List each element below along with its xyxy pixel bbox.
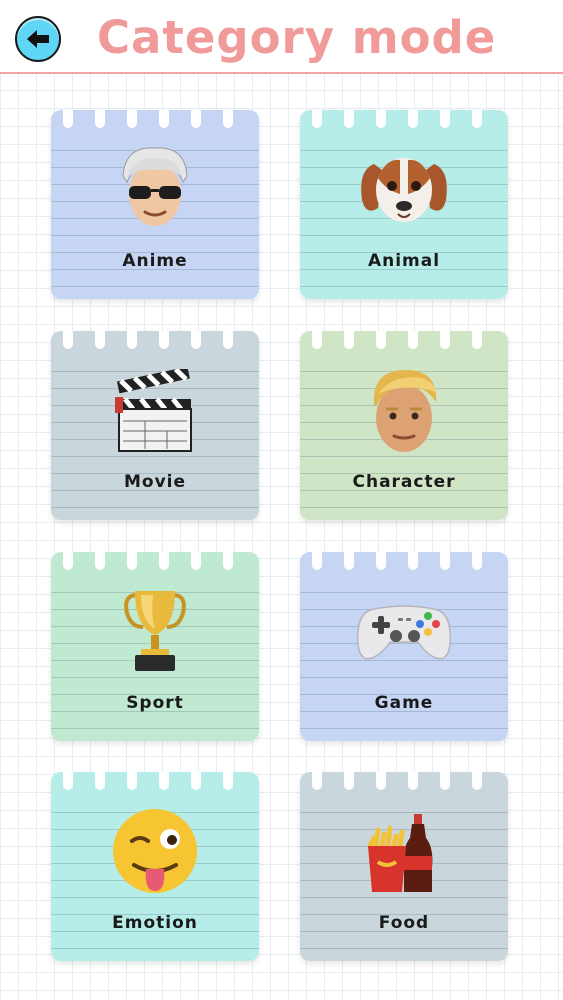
top-bar: Category mode [0,0,563,74]
category-label: Movie [123,472,187,492]
gamepad-icon [354,582,454,682]
category-label: Emotion [112,913,198,933]
winking-tongue-face-icon [105,802,205,902]
binding-rings [61,331,251,353]
category-label: Game [374,693,434,713]
category-card-game[interactable]: Game [300,552,508,741]
category-card-emotion[interactable]: Emotion [51,772,259,961]
binding-rings [310,331,500,353]
trophy-icon [105,582,205,682]
arrow-left-icon [27,30,49,48]
category-card-anime[interactable]: Anime [51,110,259,299]
binding-rings [61,110,251,132]
binding-rings [61,552,251,574]
category-card-movie[interactable]: Movie [51,331,259,520]
category-label: Anime [122,251,188,271]
page-title: Category mode [97,11,497,64]
cool-man-face-icon [105,140,205,240]
clapperboard-icon [105,361,205,461]
blonde-man-face-icon [354,361,454,461]
category-card-food[interactable]: Food [300,772,508,961]
category-card-animal[interactable]: Animal [300,110,508,299]
binding-rings [61,772,251,794]
category-label: Sport [126,693,184,713]
category-label: Character [352,472,456,492]
binding-rings [310,110,500,132]
dog-face-icon [354,140,454,240]
fries-and-cola-icon [354,802,454,902]
binding-rings [310,552,500,574]
category-card-sport[interactable]: Sport [51,552,259,741]
category-label: Food [378,913,430,933]
category-card-character[interactable]: Character [300,331,508,520]
binding-rings [310,772,500,794]
back-button[interactable] [15,16,61,62]
category-label: Animal [367,251,441,271]
